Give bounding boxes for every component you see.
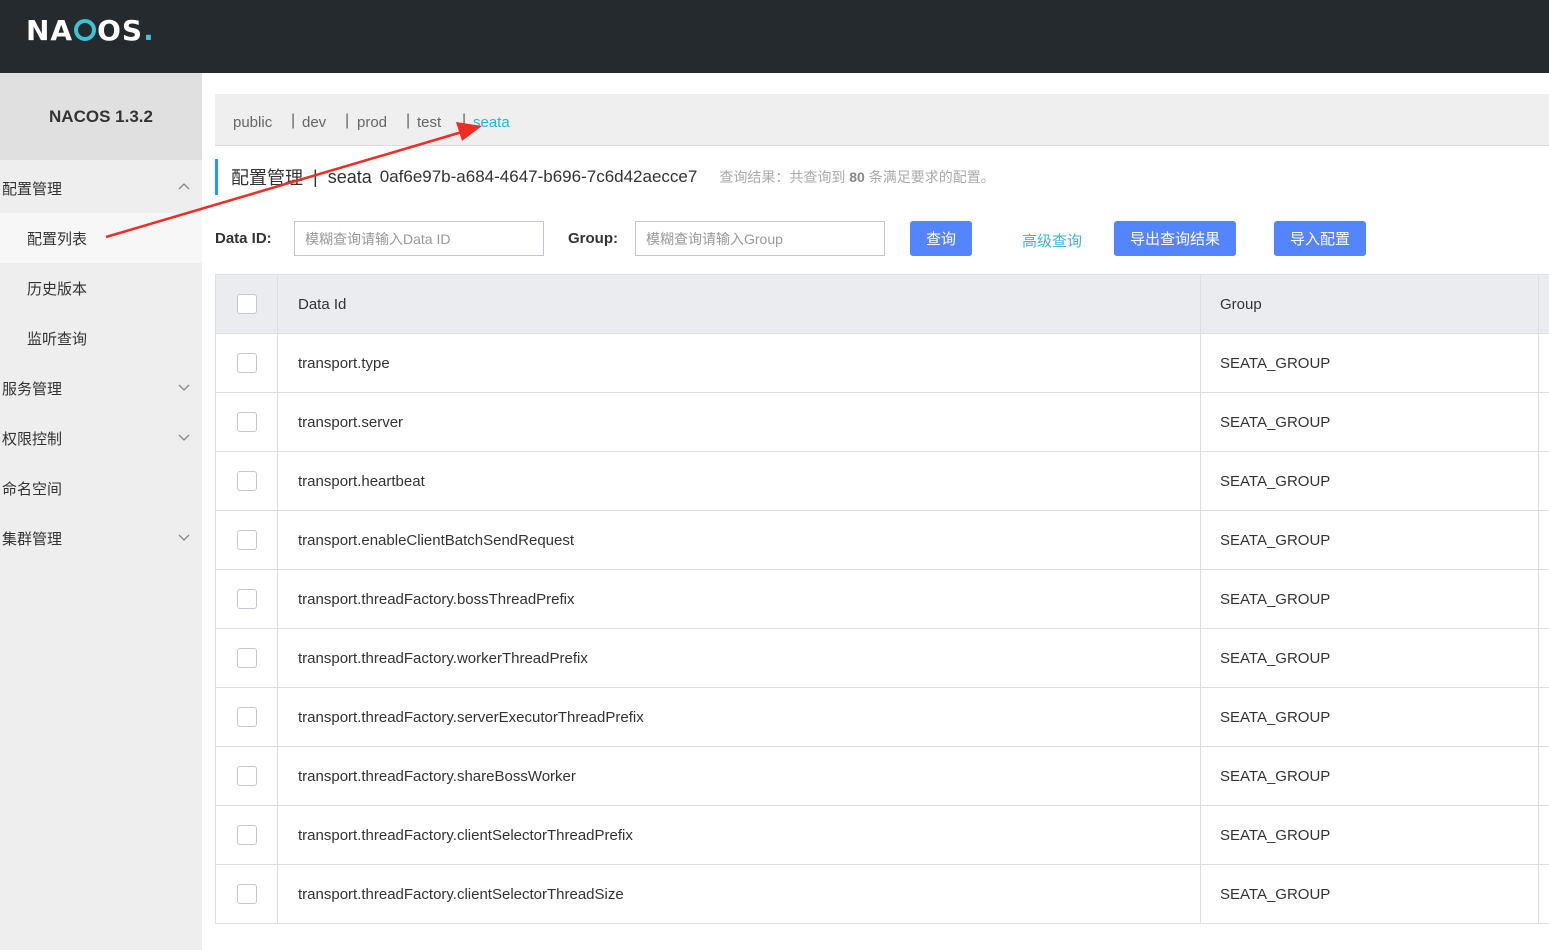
sidebar-item-1[interactable]: 配置列表 [0,213,202,263]
export-results-button[interactable]: 导出查询结果 [1114,221,1236,256]
table-row: transport.threadFactory.shareBossWorker S… [216,747,1549,806]
sidebar: NACOS 1.3.2 配置管理配置列表历史版本监听查询服务管理权限控制命名空间… [0,73,202,950]
result-count: 80 [849,169,865,185]
row-checkbox[interactable] [236,648,257,668]
data-id-cell: transport.threadFactory.workerThreadPref… [278,629,1201,687]
group-cell: SEATA_GROUP [1201,570,1539,628]
group-cell: SEATA_GROUP [1201,629,1539,687]
table-row: transport.server SEATA_GROUP [216,393,1549,452]
column-header-group[interactable]: Group [1201,275,1539,333]
namespace-tab-test[interactable]: test [417,114,441,131]
chevron-up-icon [178,183,190,190]
chevron-down-icon [178,534,190,541]
sidebar-item-label: 服务管理 [2,380,63,398]
table-row: transport.threadFactory.workerThreadPref… [216,629,1549,688]
chevron-down-icon [178,384,190,391]
query-button[interactable]: 查询 [910,221,972,256]
table-header: Data Id Group [216,275,1549,334]
row-checkbox[interactable] [236,471,257,491]
group-cell: SEATA_GROUP [1201,334,1539,392]
sidebar-item-label: 集群管理 [2,530,63,548]
row-checkbox[interactable] [236,412,257,432]
group-cell: SEATA_GROUP [1201,393,1539,451]
table-row: transport.threadFactory.clientSelectorTh… [216,865,1549,924]
table-row: transport.threadFactory.clientSelectorTh… [216,806,1549,865]
data-id-cell: transport.type [278,334,1201,392]
group-input[interactable]: 模糊查询请输入Group [635,221,885,256]
table-row: transport.type SEATA_GROUP [216,334,1549,393]
row-checkbox[interactable] [236,825,257,845]
group-cell: SEATA_GROUP [1201,452,1539,510]
current-namespace: seata [327,166,372,187]
namespace-separator: | [291,112,296,129]
top-bar: NA OS. [0,0,1549,73]
sidebar-item-label: 配置列表 [27,230,88,248]
sidebar-item-6[interactable]: 命名空间 [0,463,202,513]
logo-ring-icon [74,19,97,41]
query-result-summary: 查询结果：共查询到 80 条满足要求的配置。 [719,169,995,185]
namespace-tab-prod[interactable]: prod [357,114,387,131]
namespace-tab-dev[interactable]: dev [302,114,326,131]
namespace-separator: | [345,112,350,129]
table-row: transport.enableClientBatchSendRequest SE… [216,511,1549,570]
sidebar-item-0[interactable]: 配置管理 [0,163,202,213]
select-all-checkbox[interactable] [236,294,257,314]
table-row: transport.threadFactory.bossThreadPrefix… [216,570,1549,629]
namespace-separator: | [462,112,467,129]
nacos-logo[interactable]: NA OS. [26,14,155,47]
data-id-cell: transport.threadFactory.shareBossWorker [278,747,1201,805]
sidebar-item-label: 配置管理 [2,180,63,198]
data-id-cell: transport.server [278,393,1201,451]
sidebar-item-5[interactable]: 权限控制 [0,413,202,463]
row-checkbox[interactable] [236,707,257,727]
group-cell: SEATA_GROUP [1201,511,1539,569]
column-header-data-id[interactable]: Data Id [278,275,1201,333]
data-id-cell: transport.threadFactory.bossThreadPrefix [278,570,1201,628]
title-separator: | [313,166,318,187]
row-checkbox[interactable] [236,353,257,373]
advanced-query-link[interactable]: 高级查询 [1022,230,1082,251]
group-label: Group: [568,230,618,247]
namespace-separator: | [406,112,411,129]
row-checkbox[interactable] [236,766,257,786]
group-cell: SEATA_GROUP [1201,865,1539,923]
page-title: 配置管理 | seata 0af6e97b-a684-4647-b696-7c6… [215,159,1115,195]
sidebar-item-label: 历史版本 [27,280,88,298]
import-config-button[interactable]: 导入配置 [1274,221,1366,256]
row-checkbox[interactable] [236,589,257,609]
config-table: Data Id Group transport.type SEATA_GROUP t… [215,274,1549,924]
data-id-cell: transport.threadFactory.clientSelectorTh… [278,806,1201,864]
row-checkbox[interactable] [236,884,257,904]
namespace-id: 0af6e97b-a684-4647-b696-7c6d42aecce7 [379,167,698,186]
sidebar-item-label: 权限控制 [2,430,63,448]
namespace-bar: public | dev | prod | test | seata [215,94,1549,146]
group-cell: SEATA_GROUP [1201,688,1539,746]
row-checkbox[interactable] [236,530,257,550]
sidebar-item-label: 命名空间 [2,480,63,498]
namespace-tab-seata[interactable]: seata [473,114,510,131]
namespace-tab-public[interactable]: public [233,114,272,131]
data-id-cell: transport.threadFactory.clientSelectorTh… [278,865,1201,923]
data-id-cell: transport.enableClientBatchSendRequest [278,511,1201,569]
table-row: transport.threadFactory.serverExecutorTh… [216,688,1549,747]
table-row: transport.heartbeat SEATA_GROUP [216,452,1549,511]
version-label: NACOS 1.3.2 [0,73,202,160]
sidebar-item-label: 监听查询 [27,330,88,348]
page-title-text: 配置管理 [231,168,303,188]
sidebar-item-3[interactable]: 监听查询 [0,313,202,363]
search-form: Data ID: 模糊查询请输入Data ID Group: 模糊查询请输入Gr… [215,221,1415,256]
sidebar-item-4[interactable]: 服务管理 [0,363,202,413]
group-cell: SEATA_GROUP [1201,806,1539,864]
data-id-cell: transport.threadFactory.serverExecutorTh… [278,688,1201,746]
data-id-cell: transport.heartbeat [278,452,1201,510]
data-id-input[interactable]: 模糊查询请输入Data ID [294,221,544,256]
chevron-down-icon [178,434,190,441]
sidebar-item-2[interactable]: 历史版本 [0,263,202,313]
data-id-label: Data ID: [215,230,272,247]
group-cell: SEATA_GROUP [1201,747,1539,805]
sidebar-item-7[interactable]: 集群管理 [0,513,202,563]
